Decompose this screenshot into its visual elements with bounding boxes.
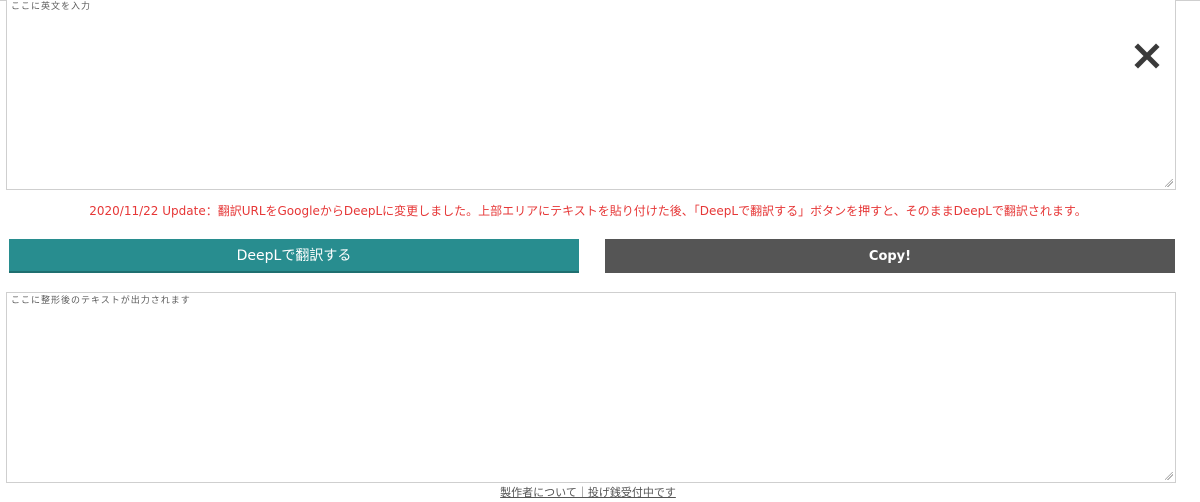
copy-button[interactable]: Copy! <box>605 239 1175 273</box>
close-icon <box>1134 43 1160 69</box>
about-creator-link[interactable]: 製作者について｜投げ銭受付中です <box>500 486 676 499</box>
output-area-container <box>6 292 1176 483</box>
page: 2020/11/22 Update：翻訳URLをGoogleからDeepLに変更… <box>0 0 1200 502</box>
footer: 製作者について｜投げ銭受付中です <box>0 485 1176 501</box>
input-textarea[interactable] <box>7 0 1175 189</box>
output-textarea[interactable] <box>7 293 1175 482</box>
translate-with-deepl-button[interactable]: DeepLで翻訳する <box>9 239 579 273</box>
input-area-container <box>6 0 1176 190</box>
clear-input-button[interactable] <box>1132 41 1162 71</box>
update-notice: 2020/11/22 Update：翻訳URLをGoogleからDeepLに変更… <box>89 204 1087 218</box>
